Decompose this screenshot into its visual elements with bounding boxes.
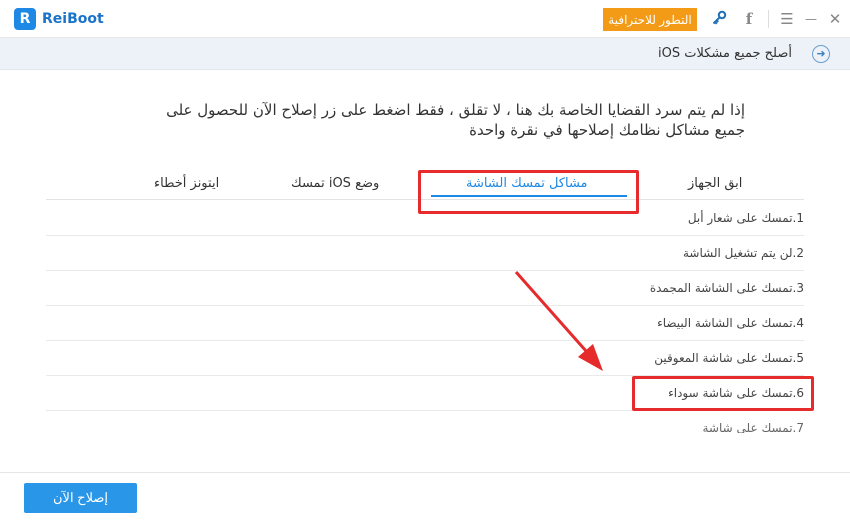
back-arrow-icon[interactable]: ➜	[812, 45, 830, 63]
page-title: أصلح جميع مشكلات iOS	[658, 46, 792, 61]
intro-text: إذا لم يتم سرد القضايا الخاصة بك هنا ، ل…	[45, 100, 745, 140]
app-logo: R ReiBoot	[14, 8, 104, 30]
list-item: 5.تمسك على شاشة المعوقين	[46, 341, 804, 376]
intro-line-2: جميع مشاكل نظامك إصلاحها في نقرة واحدة	[469, 121, 745, 139]
upgrade-pro-button[interactable]: التطور للاحترافية	[603, 8, 697, 31]
list-item: 7.تمسك على شاشة	[46, 411, 804, 433]
list-item: 2.لن يتم تشغيل الشاشة	[46, 236, 804, 271]
key-icon[interactable]	[710, 10, 728, 28]
list-item: 3.تمسك على الشاشة المجمدة	[46, 271, 804, 306]
title-bar: R ReiBoot التطور للاحترافية f ☰ — ✕	[0, 0, 850, 38]
logo-icon: R	[14, 8, 36, 30]
footer-bar: إصلاح الآن	[0, 472, 850, 525]
tab-stuck-device[interactable]: ابق الجهاز	[688, 176, 742, 191]
fix-now-button[interactable]: إصلاح الآن	[24, 483, 137, 513]
sub-header: أصلح جميع مشكلات iOS ➜	[0, 38, 850, 70]
facebook-icon[interactable]: f	[740, 10, 758, 28]
minimize-icon[interactable]: —	[802, 10, 820, 28]
list-item: 4.تمسك على الشاشة البيضاء	[46, 306, 804, 341]
close-icon[interactable]: ✕	[826, 10, 844, 28]
item-highlight-box	[632, 376, 814, 411]
menu-icon[interactable]: ☰	[778, 10, 796, 28]
titlebar-divider	[768, 10, 769, 28]
app-name: ReiBoot	[42, 11, 104, 27]
tab-ios-mode-stuck[interactable]: وضع iOS تمسك	[291, 176, 379, 191]
tab-itunes-errors[interactable]: ايتونز أخطاء	[154, 176, 219, 191]
tab-highlight-box	[418, 170, 639, 214]
intro-line-1: إذا لم يتم سرد القضايا الخاصة بك هنا ، ل…	[166, 101, 745, 119]
